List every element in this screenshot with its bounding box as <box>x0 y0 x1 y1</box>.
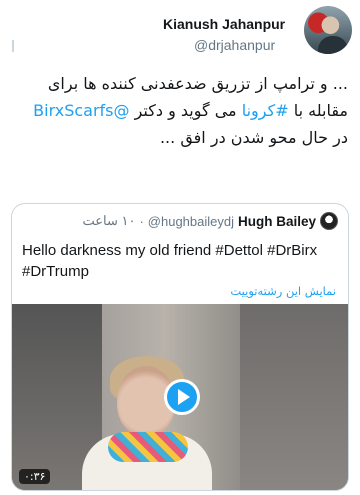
author-avatar[interactable] <box>304 6 352 54</box>
tweet-text: ... و ترامپ از تزریق ضدعفدنی کننده ها بر… <box>14 70 348 151</box>
quoted-tweet-card[interactable]: Hugh Bailey @hughbaileydj · ۱۰ ساعت Hell… <box>11 203 349 491</box>
video-person-scarf <box>108 432 188 462</box>
thread-connector-line <box>12 40 14 52</box>
quoted-author-avatar[interactable] <box>320 212 338 230</box>
video-player[interactable]: ۰:۳۶ <box>12 304 348 490</box>
hashtag-corona-link[interactable]: #کرونا <box>242 101 289 120</box>
quoted-author-handle[interactable]: @hughbaileydj <box>148 214 234 229</box>
play-icon[interactable] <box>164 379 200 415</box>
tweet-text-part-3: در حال محو شدن در افق ... <box>159 128 348 147</box>
mention-link[interactable]: @BirxScarfs <box>33 101 129 120</box>
author-display-name[interactable]: Kianush Jahanpur <box>163 16 285 32</box>
author-handle[interactable]: @drjahanpur <box>194 37 275 53</box>
quoted-author-name[interactable]: Hugh Bailey <box>238 214 316 229</box>
quoted-tweet-text: Hello darkness my old friend #Dettol #Dr… <box>22 242 318 280</box>
show-thread-link[interactable]: نمایش این رشته‌توییت <box>230 284 336 298</box>
video-background-right <box>240 304 348 490</box>
header-separator: · <box>139 213 144 229</box>
quoted-tweet-time[interactable]: ۱۰ ساعت <box>82 213 135 229</box>
tweet-header: Kianush Jahanpur @drjahanpur <box>0 0 360 62</box>
quoted-tweet-header: Hugh Bailey @hughbaileydj · ۱۰ ساعت <box>82 211 338 231</box>
tweet-text-part-2: می گوید و دکتر <box>129 101 242 120</box>
video-duration-badge: ۰:۳۶ <box>19 469 51 484</box>
